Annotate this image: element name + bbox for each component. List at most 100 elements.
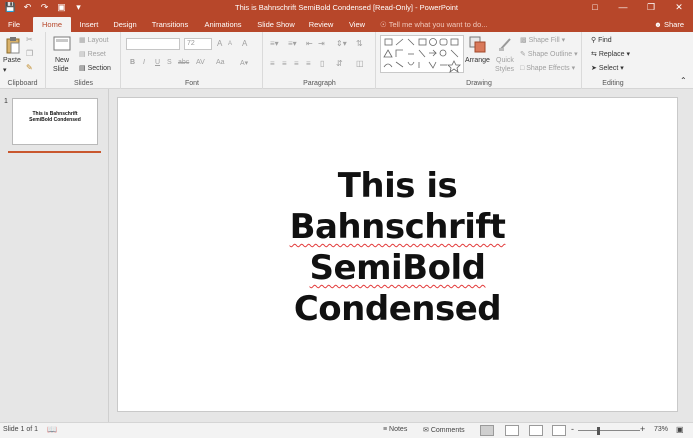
replace-button[interactable]: ⇆ Replace ▾ [591, 50, 630, 58]
tab-review[interactable]: Review [304, 17, 338, 32]
cut-icon[interactable]: ✂ [26, 35, 33, 44]
align-left-icon[interactable]: ≡ [270, 59, 275, 68]
zoom-out-button[interactable]: - [571, 424, 574, 434]
slide-title-placeholder[interactable]: This is Bahnschrift SemiBold Condensed [118, 166, 677, 330]
person-icon: ☻ [654, 20, 662, 29]
shape-effects-label: Shape Effects [526, 65, 570, 72]
font-color-icon[interactable]: A▾ [240, 59, 248, 67]
clear-formatting-icon[interactable]: A [242, 39, 247, 48]
shape-outline-button[interactable]: ✎ Shape Outline ▾ [520, 50, 578, 58]
text-direction-icon[interactable]: ⇅ [356, 39, 363, 48]
zoom-level[interactable]: 73% [654, 426, 668, 433]
normal-view-button[interactable] [480, 425, 494, 436]
replace-icon: ⇆ [591, 51, 599, 58]
slide-count[interactable]: Slide 1 of 1 [3, 426, 38, 433]
shape-effects-button[interactable]: □ Shape Effects ▾ [520, 64, 575, 72]
fit-to-window-icon[interactable]: ▣ [676, 425, 684, 434]
tab-animations[interactable]: Animations [198, 17, 248, 32]
paste-dropdown-icon[interactable]: ▾ [3, 66, 7, 74]
quick-styles-icon[interactable] [498, 37, 512, 52]
columns-icon[interactable]: ▯ [320, 59, 324, 68]
layout-button[interactable]: ▦ Layout [79, 36, 109, 44]
justify-icon[interactable]: ≡ [306, 59, 311, 68]
select-button[interactable]: ➤ Select ▾ [591, 64, 624, 72]
share-label: Share [664, 20, 685, 29]
paint-bucket-icon: ▩ [520, 37, 529, 44]
align-right-icon[interactable]: ≡ [294, 59, 299, 68]
close-icon[interactable]: ✕ [665, 0, 693, 15]
share-button[interactable]: ☻ Share [654, 17, 684, 32]
slide-title-word-bahnschrift: Bahnschrift [289, 207, 506, 247]
maximize-icon[interactable]: ❐ [637, 0, 665, 15]
shapes-gallery[interactable] [380, 35, 464, 73]
smartart-icon[interactable]: ◫ [356, 59, 364, 68]
slide-thumbnail[interactable]: This is Bahnschrift SemiBold Condensed [12, 98, 98, 145]
quick-styles-label[interactable]: Quick [496, 57, 514, 64]
tab-slide-show[interactable]: Slide Show [253, 17, 299, 32]
font-name-combo[interactable] [126, 38, 180, 50]
underline-button[interactable]: U [155, 59, 160, 66]
shape-outline-label: Shape Outline [527, 51, 573, 58]
line-spacing-icon[interactable]: ⇕▾ [336, 39, 347, 48]
change-case-button[interactable]: Aa [216, 59, 225, 66]
shadow-button[interactable]: S [167, 59, 172, 66]
paste-label[interactable]: Paste [3, 57, 21, 64]
paste-icon[interactable] [6, 37, 20, 54]
increase-indent-icon[interactable]: ⇥ [318, 39, 325, 48]
tab-file[interactable]: File [0, 17, 28, 32]
notes-button[interactable]: ≡ Notes [383, 426, 407, 433]
quick-styles-label-2[interactable]: Styles [495, 66, 514, 73]
new-slide-label-2[interactable]: Slide [53, 66, 69, 73]
character-spacing-button[interactable]: AV [196, 59, 205, 66]
slide-show-view-button[interactable] [552, 425, 566, 436]
decrease-indent-icon[interactable]: ⇤ [306, 39, 313, 48]
numbering-icon[interactable]: ≡▾ [288, 39, 297, 48]
bullets-icon[interactable]: ≡▾ [270, 39, 279, 48]
slide-title-line1-text: This is Bahnschrift [118, 166, 677, 248]
zoom-slider-track[interactable] [578, 430, 640, 431]
reset-button[interactable]: ▤ Reset [79, 50, 106, 58]
replace-label: Replace [598, 51, 625, 58]
section-button[interactable]: ▤ Section [79, 64, 111, 72]
slide-sorter-view-button[interactable] [505, 425, 519, 436]
italic-button[interactable]: I [143, 59, 145, 66]
paragraph-group-label: Paragraph [303, 80, 336, 87]
shrink-font-icon[interactable]: A [228, 41, 232, 47]
tab-transitions[interactable]: Transitions [148, 17, 192, 32]
group-drawing: Arrange Quick Styles ▩ Shape Fill ▾ ✎ Sh… [377, 32, 582, 89]
collapse-ribbon-icon[interactable]: ⌃ [680, 76, 687, 85]
find-button[interactable]: ⚲ Find [591, 36, 612, 44]
tab-design[interactable]: Design [108, 17, 142, 32]
reading-view-button[interactable] [529, 425, 543, 436]
editing-group-label: Editing [602, 80, 624, 87]
slide-title-line2: SemiBold Condensed [118, 248, 677, 330]
arrange-label[interactable]: Arrange [465, 57, 490, 64]
window-controls: □ — ❐ ✕ [581, 0, 693, 15]
grow-font-icon[interactable]: A [217, 39, 222, 48]
minimize-icon[interactable]: — [609, 0, 637, 15]
section-icon: ▤ [79, 65, 88, 72]
tab-home[interactable]: Home [33, 17, 71, 32]
slide-title-word-semibold: SemiBold [309, 248, 486, 288]
new-slide-icon[interactable] [53, 36, 71, 52]
align-center-icon[interactable]: ≡ [282, 59, 287, 68]
font-size-combo[interactable]: 72 [184, 38, 212, 50]
arrange-icon[interactable] [469, 36, 487, 54]
spelling-icon[interactable]: 📖 [47, 425, 57, 434]
zoom-slider-thumb[interactable] [597, 427, 600, 435]
format-painter-icon[interactable]: ✎ [26, 63, 33, 72]
align-text-icon[interactable]: ⇵ [336, 59, 343, 68]
ribbon-display-options-icon[interactable]: □ [581, 0, 609, 15]
strikethrough-button[interactable]: abc [178, 59, 189, 66]
shape-fill-button[interactable]: ▩ Shape Fill ▾ [520, 36, 565, 44]
bold-button[interactable]: B [130, 59, 135, 66]
new-slide-label[interactable]: New [55, 57, 69, 64]
tab-insert[interactable]: Insert [74, 17, 104, 32]
comments-button[interactable]: ✉ Comments [423, 426, 465, 434]
tab-view[interactable]: View [342, 17, 372, 32]
zoom-in-button[interactable]: + [640, 424, 645, 434]
section-label: Section [87, 65, 111, 72]
slide-canvas[interactable]: This is Bahnschrift SemiBold Condensed [117, 97, 678, 412]
copy-icon[interactable]: ❐ [26, 49, 33, 58]
tell-me-box[interactable]: ☉ Tell me what you want to do... [380, 17, 488, 32]
